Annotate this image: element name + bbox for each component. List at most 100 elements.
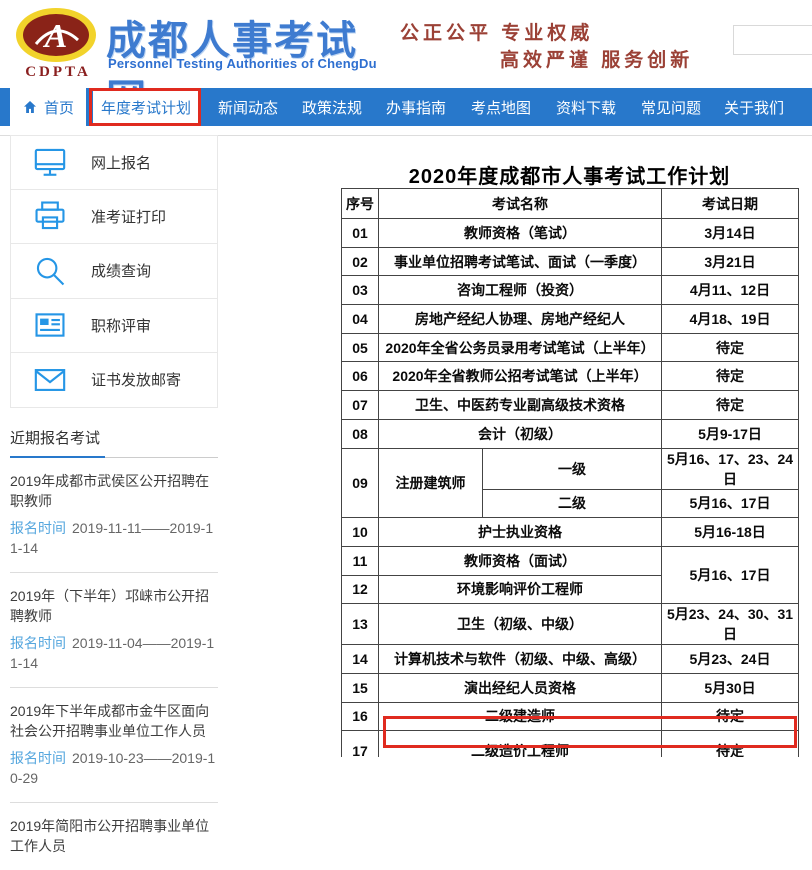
site-subtitle: Personnel Testing Authorities of ChengDu: [108, 56, 408, 71]
table-row: 10护士执业资格5月16-18日: [342, 518, 799, 547]
table-row: 09 注册建筑师 一级 5月16、17、23、24日: [342, 448, 799, 489]
exam-plan-table: 序号 考试名称 考试日期 01教师资格（笔试）3月14日 02事业单位招聘考试笔…: [341, 188, 799, 757]
sidebar: 网上报名 准考证打印 成绩查询 职称评审 证书发放邮寄: [10, 135, 218, 870]
cell-no: 10: [342, 518, 379, 547]
slogan-line-1: 公正公平 专业权威: [400, 18, 593, 45]
news-item[interactable]: 2019年简阳市公开招聘事业单位工作人员: [10, 803, 218, 870]
cell-date: 待定: [662, 333, 799, 362]
cell-date: 3月14日: [662, 219, 799, 248]
news-title: 2019年下半年成都市金牛区面向社会公开招聘事业单位工作人员: [10, 701, 218, 741]
page-title: 2020年度成都市人事考试工作计划: [341, 160, 798, 189]
cell-no: 17: [342, 731, 379, 757]
site-header: A CDPTA 成都人事考试网 Personnel Testing Author…: [0, 0, 812, 88]
col-header-no: 序号: [342, 189, 379, 219]
nav-item-home[interactable]: 首页: [10, 88, 86, 126]
time-label: 报名时间: [10, 520, 66, 536]
nav-item-label: 考点地图: [471, 97, 531, 118]
cell-no: 03: [342, 276, 379, 305]
news-title: 2019年简阳市公开招聘事业单位工作人员: [10, 816, 218, 856]
nav-item-annual-plan[interactable]: 年度考试计划: [93, 88, 199, 126]
news-item[interactable]: 2019年（下半年）邛崃市公开招聘教师 报名时间2019-11-04——2019…: [10, 573, 218, 688]
home-icon: [22, 99, 38, 115]
sidebar-item-label: 网上报名: [91, 152, 151, 173]
nav-item-guide[interactable]: 办事指南: [383, 88, 449, 126]
cell-no: 09: [342, 448, 379, 518]
sidebar-item-label: 成绩查询: [91, 260, 151, 281]
cell-date: 5月23、24、30、31日: [662, 604, 799, 645]
cell-name: 二级建造师: [379, 702, 662, 731]
news-time: 报名时间2019-10-23——2019-10-29: [10, 748, 218, 788]
cell-no: 04: [342, 305, 379, 334]
id-card-icon: [33, 308, 67, 342]
site-logo[interactable]: A CDPTA: [14, 6, 102, 84]
monitor-icon: [33, 145, 67, 179]
search-input[interactable]: [733, 25, 812, 55]
cell-date: 5月16、17日: [662, 489, 799, 518]
sidebar-item-label: 准考证打印: [91, 206, 166, 227]
recent-exams-section: 近期报名考试 2019年成都市武侯区公开招聘在职教师 报名时间2019-11-1…: [10, 421, 218, 870]
nav-item-about[interactable]: 关于我们: [721, 88, 787, 126]
table-row: 02事业单位招聘考试笔试、面试（一季度）3月21日: [342, 247, 799, 276]
cell-no: 12: [342, 575, 379, 604]
cell-name: 2020年全省教师公招考试笔试（上半年）: [379, 362, 662, 391]
main-nav: 首页 年度考试计划 新闻动态 政策法规 办事指南 考点地图 资料下载 常见问题 …: [0, 88, 812, 126]
cell-date: 5月23、24日: [662, 645, 799, 674]
nav-item-label: 年度考试计划: [101, 97, 191, 118]
sidebar-item-label: 职称评审: [91, 315, 151, 336]
cell-name: 教师资格（笔试）: [379, 219, 662, 248]
cell-date: 5月9-17日: [662, 419, 799, 448]
news-item[interactable]: 2019年下半年成都市金牛区面向社会公开招聘事业单位工作人员 报名时间2019-…: [10, 688, 218, 803]
sidebar-item-label: 证书发放邮寄: [91, 369, 181, 390]
table-row: 07卫生、中医药专业副高级技术资格待定: [342, 391, 799, 420]
nav-item-policies[interactable]: 政策法规: [299, 88, 365, 126]
sidebar-item-score-query[interactable]: 成绩查询: [10, 244, 218, 299]
table-row: 11教师资格（面试）5月16、17日: [342, 546, 799, 575]
cell-level: 二级: [483, 489, 662, 518]
nav-item-label: 新闻动态: [218, 97, 278, 118]
cell-date: 5月16、17日: [662, 546, 799, 603]
nav-item-label: 常见问题: [641, 97, 701, 118]
cell-date: 4月11、12日: [662, 276, 799, 305]
sidebar-item-certificate-mailing[interactable]: 证书发放邮寄: [10, 353, 218, 408]
cell-date: 4月18、19日: [662, 305, 799, 334]
table-row: 13卫生（初级、中级）5月23、24、30、31日: [342, 604, 799, 645]
table-row: 14计算机技术与软件（初级、中级、高级）5月23、24日: [342, 645, 799, 674]
time-label: 报名时间: [10, 750, 66, 766]
time-label: 报名时间: [10, 635, 66, 651]
sidebar-item-admission-ticket-print[interactable]: 准考证打印: [10, 190, 218, 245]
nav-item-faq[interactable]: 常见问题: [638, 88, 704, 126]
news-time: 报名时间2019-11-11——2019-11-14: [10, 518, 218, 558]
search-icon: [33, 254, 67, 288]
cell-name: 卫生（初级、中级）: [379, 604, 662, 645]
cell-name: 会计（初级）: [379, 419, 662, 448]
news-title: 2019年（下半年）邛崃市公开招聘教师: [10, 586, 218, 626]
nav-item-news[interactable]: 新闻动态: [215, 88, 281, 126]
cell-name: 教师资格（面试）: [379, 546, 662, 575]
news-item[interactable]: 2019年成都市武侯区公开招聘在职教师 报名时间2019-11-11——2019…: [10, 458, 218, 573]
cell-no: 08: [342, 419, 379, 448]
cell-name: 卫生、中医药专业副高级技术资格: [379, 391, 662, 420]
cell-name: 2020年全省公务员录用考试笔试（上半年）: [379, 333, 662, 362]
nav-item-site-map[interactable]: 考点地图: [468, 88, 534, 126]
sidebar-item-title-review[interactable]: 职称评审: [10, 299, 218, 354]
cell-no: 13: [342, 604, 379, 645]
table-row: 16二级建造师待定: [342, 702, 799, 731]
nav-item-downloads[interactable]: 资料下载: [553, 88, 619, 126]
sidebar-item-online-registration[interactable]: 网上报名: [10, 135, 218, 190]
col-header-name: 考试名称: [379, 189, 662, 219]
news-time: 报名时间2019-11-04——2019-11-14: [10, 633, 218, 673]
nav-item-label: 首页: [44, 97, 74, 118]
news-title: 2019年成都市武侯区公开招聘在职教师: [10, 471, 218, 511]
logo-acronym: CDPTA: [14, 64, 102, 81]
slogan-line-2: 高效严谨 服务创新: [500, 45, 693, 72]
table-row: 062020年全省教师公招考试笔试（上半年）待定: [342, 362, 799, 391]
cell-date: 5月16-18日: [662, 518, 799, 547]
table-row-highlighted: 17二级造价工程师待定: [342, 731, 799, 757]
table-row: 15演出经纪人员资格5月30日: [342, 673, 799, 702]
cell-no: 15: [342, 673, 379, 702]
cell-no: 01: [342, 219, 379, 248]
main-content: 2020年度成都市人事考试工作计划 序号 考试名称 考试日期 01教师资格（笔试…: [230, 140, 812, 757]
table-row: 08会计（初级）5月9-17日: [342, 419, 799, 448]
nav-item-label: 办事指南: [386, 97, 446, 118]
cell-date: 3月21日: [662, 247, 799, 276]
